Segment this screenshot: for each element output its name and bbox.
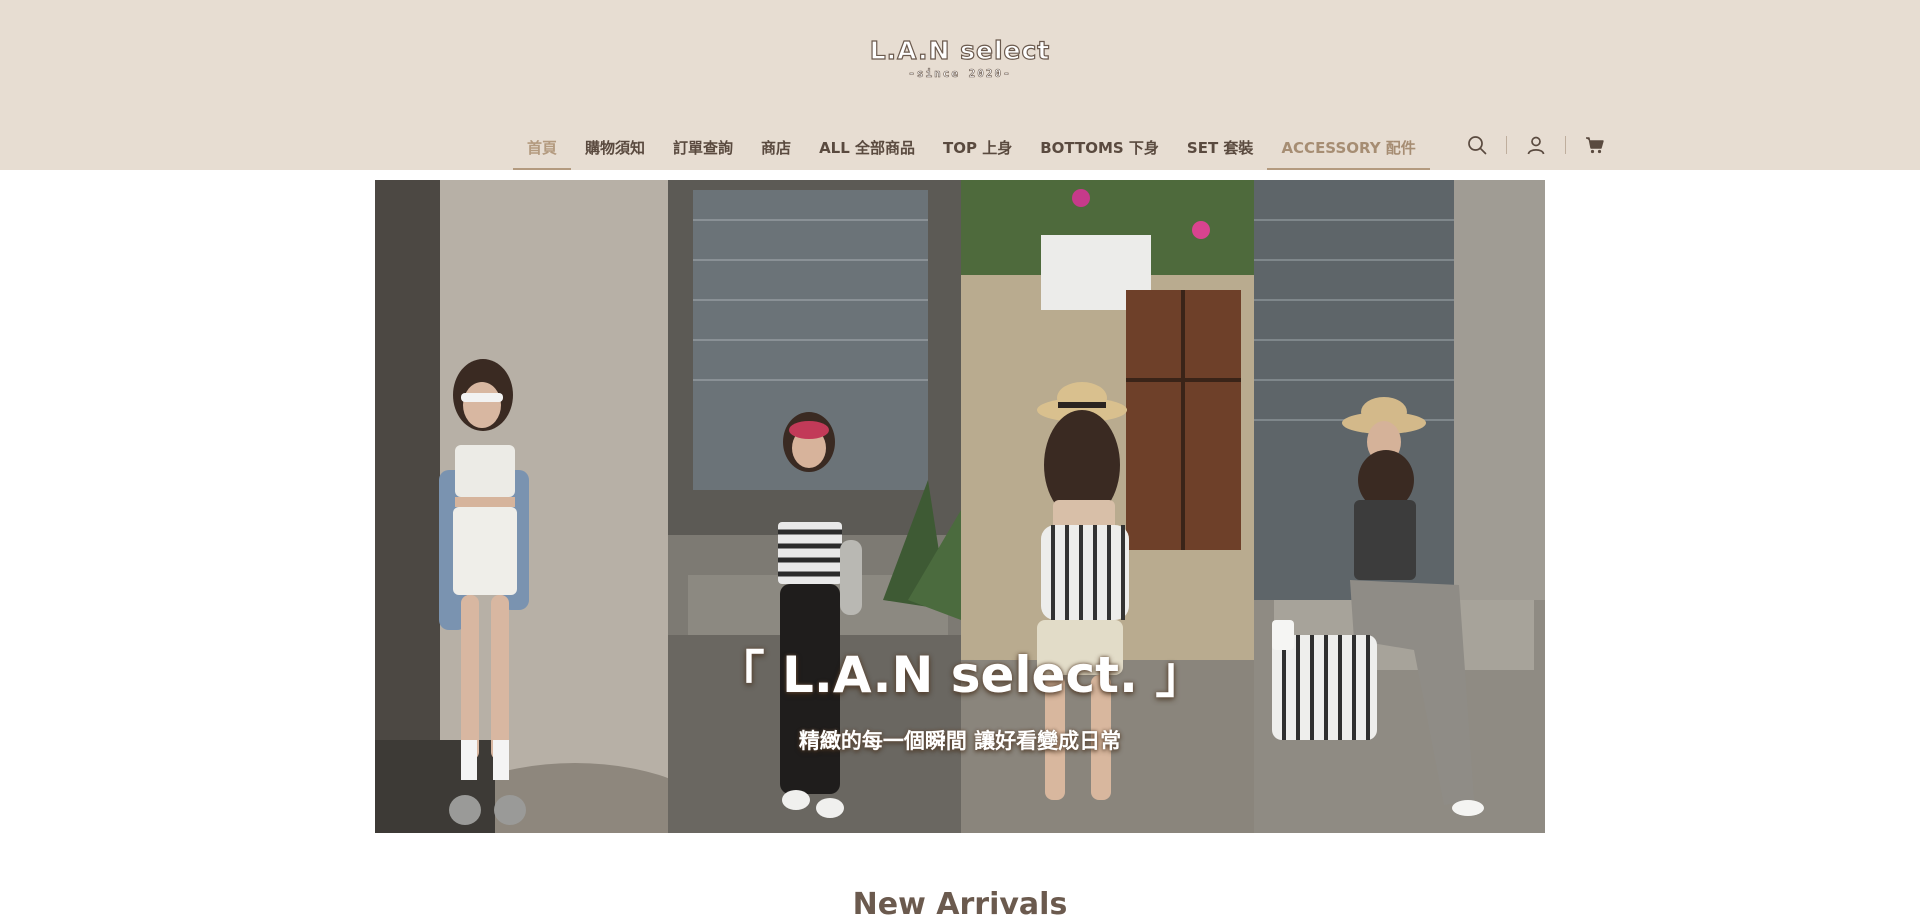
site-header: L.A.N select -since 2020- 首頁 購物須知 訂單查詢 商… <box>0 0 1920 170</box>
nav-item-top[interactable]: TOP 上身 <box>929 124 1026 170</box>
hero-banner[interactable]: 「 L.A.N select. 」 精緻的每一個瞬間 讓好看變成日常 <box>375 180 1545 833</box>
search-icon[interactable] <box>1462 130 1492 160</box>
nav-item-order-lookup[interactable]: 訂單查詢 <box>659 124 747 170</box>
brand-tagline: -since 2020- <box>908 67 1012 81</box>
nav-item-all-products[interactable]: ALL 全部商品 <box>805 124 929 170</box>
hero-overlay: 「 L.A.N select. 」 精緻的每一個瞬間 讓好看變成日常 <box>375 180 1545 833</box>
user-icon[interactable] <box>1521 130 1551 160</box>
hero-title: 「 L.A.N select. 」 <box>714 646 1206 704</box>
brand-logo[interactable]: L.A.N select -since 2020- <box>0 35 1920 81</box>
brand-name: L.A.N select <box>869 35 1051 65</box>
header-icons <box>1462 130 1610 160</box>
hero-subtitle: 精緻的每一個瞬間 讓好看變成日常 <box>798 729 1122 753</box>
nav-item-shop[interactable]: 商店 <box>747 124 805 170</box>
nav-item-shopping-guide[interactable]: 購物須知 <box>571 124 659 170</box>
icon-divider <box>1506 136 1507 154</box>
nav-item-accessory[interactable]: ACCESSORY 配件 <box>1267 124 1430 170</box>
new-arrivals-heading: New Arrivals <box>852 887 1068 922</box>
cart-icon[interactable] <box>1580 130 1610 160</box>
main-nav: 首頁 購物須知 訂單查詢 商店 ALL 全部商品 TOP 上身 BOTTOMS … <box>513 124 1430 170</box>
nav-item-bottoms[interactable]: BOTTOMS 下身 <box>1026 124 1173 170</box>
nav-item-home[interactable]: 首頁 <box>513 124 572 170</box>
nav-item-set[interactable]: SET 套裝 <box>1173 124 1268 170</box>
icon-divider <box>1565 136 1566 154</box>
